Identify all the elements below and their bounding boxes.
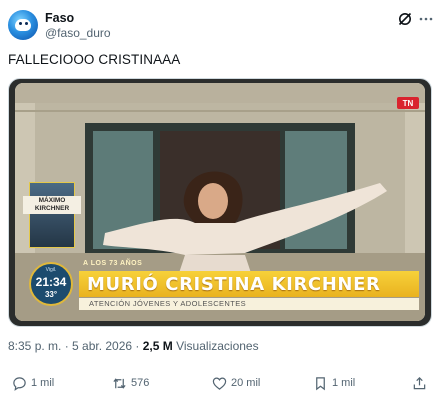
repost-icon — [113, 377, 126, 389]
banner-kicker: A LOS 73 AÑOS — [83, 260, 143, 267]
clock-time: 21:34 — [35, 275, 67, 289]
reply-icon — [13, 376, 26, 391]
bookmark-count: 1 mil — [332, 377, 356, 389]
reply-count: 1 mil — [31, 377, 55, 389]
channel-logo-text: TN — [403, 99, 414, 108]
author-handle[interactable]: @faso_duro — [45, 26, 111, 40]
post-text: FALLECIOOO CRISTINAAA — [8, 52, 181, 67]
share-button[interactable] — [412, 373, 431, 393]
grok-icon[interactable] — [397, 11, 413, 27]
author-name[interactable]: Faso — [45, 11, 74, 25]
views-count: 2,5 M — [142, 339, 173, 353]
sidebar-photo — [29, 182, 75, 248]
avatar-face — [15, 19, 31, 31]
repost-button[interactable]: 576 — [112, 373, 149, 393]
post-media[interactable]: TN MÁXIMO KIRCHNER Vigil. 21:34 33° A LO… — [8, 78, 432, 327]
avatar-eye-left — [19, 22, 22, 25]
like-button[interactable]: 20 mil — [212, 373, 260, 393]
heart-icon — [212, 377, 227, 390]
post-meta: 8:35 p. m. · 5 abr. 2026 · 2,5 M Visuali… — [8, 339, 259, 353]
sidebar-name: MÁXIMO KIRCHNER — [23, 196, 81, 214]
more-icon[interactable] — [418, 11, 434, 27]
bookmark-icon — [316, 376, 325, 390]
banner-title: MURIÓ CRISTINA KIRCHNER — [87, 274, 381, 295]
share-icon — [413, 376, 426, 389]
avatar-eye-right — [25, 22, 28, 25]
action-bar: 1 mil 576 20 mil 1 mil — [0, 373, 439, 395]
tweet: Faso @faso_duro FALLECIOOO CRISTINAAA TN… — [0, 0, 439, 402]
bookmark-button[interactable]: 1 mil — [313, 373, 355, 393]
clock-label: Vigil. — [45, 267, 57, 273]
avatar[interactable] — [8, 10, 38, 40]
post-timestamp[interactable]: 8:35 p. m. · 5 abr. 2026 · — [8, 339, 143, 353]
banner-subtitle: ATENCIÓN JÓVENES Y ADOLESCENTES — [89, 299, 247, 308]
channel-logo-icon: TN — [397, 97, 419, 109]
reply-button[interactable]: 1 mil — [12, 373, 54, 393]
clock-temperature: 33° — [44, 290, 58, 299]
like-count: 20 mil — [231, 377, 261, 389]
views-label: Visualizaciones — [172, 339, 259, 353]
repost-count: 576 — [131, 377, 150, 389]
